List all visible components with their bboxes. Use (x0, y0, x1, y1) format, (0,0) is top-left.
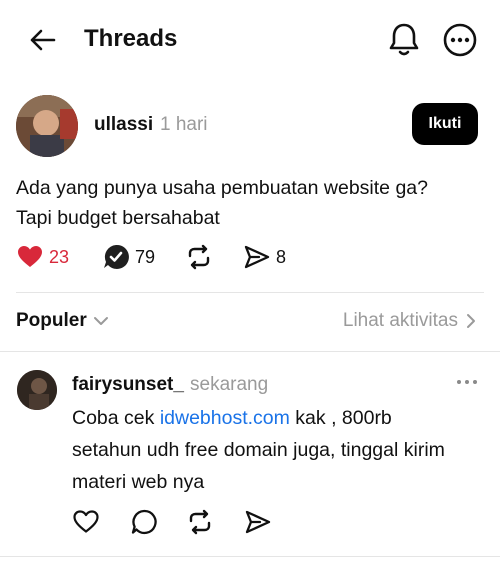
like-button[interactable]: 23 (17, 243, 69, 271)
reply-repost-button[interactable] (186, 508, 214, 536)
reply-body: Coba cek idwebhost.com kak , 800rb setah… (72, 402, 492, 498)
reply-like-button[interactable] (72, 508, 100, 536)
repost-icon (188, 244, 210, 270)
chevron-right-icon (467, 314, 475, 328)
bell-icon (389, 23, 419, 56)
post-username[interactable]: ullassi (94, 114, 153, 136)
notifications-button[interactable] (386, 20, 422, 58)
reply-button[interactable]: 79 (103, 243, 155, 271)
view-activity-link[interactable]: Lihat aktivitas (343, 310, 476, 332)
repost-icon (189, 509, 211, 535)
follow-button[interactable]: Ikuti (412, 103, 478, 145)
send-icon (244, 245, 270, 269)
reply-avatar[interactable] (17, 370, 57, 410)
sort-dropdown[interactable]: Populer (16, 310, 109, 332)
reply-text-line: Coba cek idwebhost.com kak , 800rb (72, 407, 392, 429)
ellipsis-circle-icon (443, 23, 477, 57)
arrow-left-icon (30, 29, 56, 51)
reply-comment-button[interactable] (130, 508, 158, 536)
repost-button[interactable] (186, 243, 212, 271)
post-text-line: Ada yang punya usaha pembuatan website g… (16, 177, 428, 199)
heart-icon (73, 510, 99, 533)
reply-text-line: setahun udh free domain juga, tinggal ki… (72, 439, 445, 461)
chevron-down-icon (93, 317, 108, 325)
send-icon (245, 510, 271, 534)
post-text-line: Tapi budget bersahabat (16, 207, 220, 229)
divider (0, 556, 500, 557)
comment-icon (131, 509, 157, 535)
reply-text-line: materi web nya (72, 471, 205, 493)
share-count: 8 (276, 246, 287, 267)
more-options-button[interactable] (442, 22, 478, 58)
top-bar: Threads (0, 0, 500, 80)
ellipsis-icon (457, 380, 477, 384)
avatar[interactable] (16, 95, 78, 157)
page-title: Threads (84, 25, 178, 52)
heart-filled-icon (18, 246, 42, 267)
reply-more-button[interactable] (452, 372, 482, 392)
divider (0, 351, 500, 352)
comment-check-icon (104, 244, 129, 269)
sort-label: Populer (16, 310, 87, 331)
reply-username[interactable]: fairysunset_ (72, 374, 184, 396)
post-body: Ada yang punya usaha pembuatan website g… (16, 173, 486, 233)
back-button[interactable] (26, 24, 58, 56)
divider (16, 292, 484, 293)
view-activity-label: Lihat aktivitas (342, 310, 458, 331)
post-timestamp: 1 hari (160, 114, 208, 135)
reply-link[interactable]: idwebhost.com (160, 407, 290, 429)
reply-share-button[interactable] (244, 508, 272, 536)
reply-count: 79 (135, 246, 156, 267)
reply-timestamp: sekarang (190, 374, 269, 395)
like-count: 23 (49, 246, 70, 267)
share-button[interactable]: 8 (244, 243, 286, 271)
